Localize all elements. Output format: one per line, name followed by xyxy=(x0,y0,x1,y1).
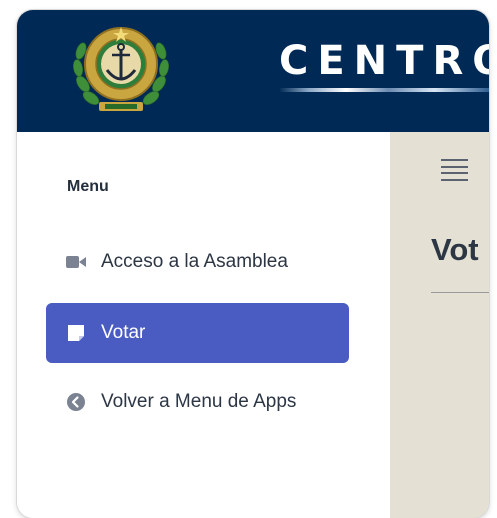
menu-heading: Menu xyxy=(67,178,109,195)
hamburger-icon[interactable] xyxy=(441,159,468,181)
title-divider xyxy=(431,292,489,293)
app-window: CENTRO Menu Acceso a la Asamblea Votar xyxy=(17,10,489,518)
page-title: Vot xyxy=(431,232,479,267)
sidebar-item-votar[interactable]: Votar xyxy=(46,303,349,363)
main-content: Vot xyxy=(390,132,489,518)
header: CENTRO xyxy=(17,10,489,132)
note-icon xyxy=(66,323,86,343)
centro-naval-logo xyxy=(73,27,169,111)
sidebar-item-acceso-asamblea[interactable]: Acceso a la Asamblea xyxy=(46,232,349,292)
sidebar-item-label: Acceso a la Asamblea xyxy=(101,251,288,272)
brand-title: CENTRO xyxy=(279,38,489,84)
back-arrow-icon xyxy=(66,392,86,412)
brand-underline xyxy=(279,88,489,92)
sidebar-item-label: Volver a Menu de Apps xyxy=(101,391,297,412)
sidebar: Menu Acceso a la Asamblea Votar Volver a… xyxy=(17,132,390,518)
sidebar-item-label: Votar xyxy=(101,322,146,343)
sidebar-item-volver-menu-apps[interactable]: Volver a Menu de Apps xyxy=(46,372,349,432)
video-camera-icon xyxy=(66,252,86,272)
